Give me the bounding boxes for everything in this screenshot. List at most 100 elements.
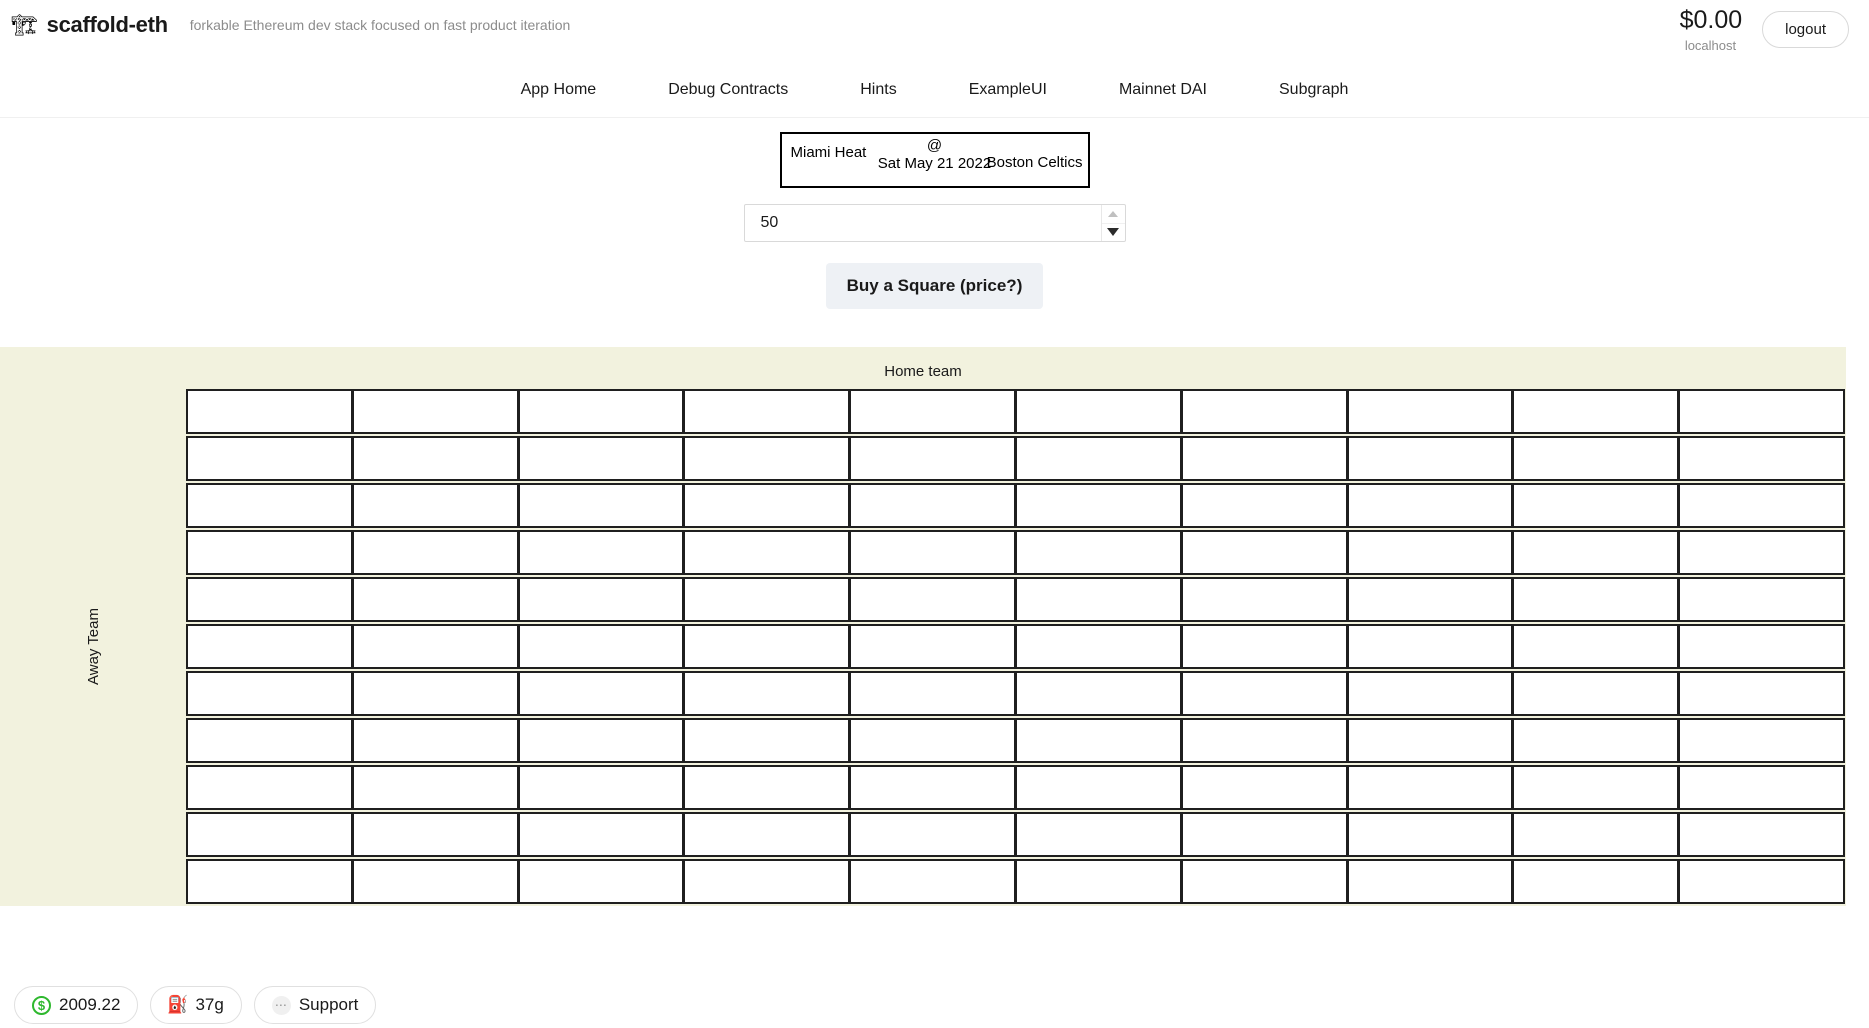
- grid-cell[interactable]: [1014, 483, 1182, 528]
- grid-cell[interactable]: [1014, 859, 1182, 904]
- grid-cell[interactable]: [1346, 765, 1514, 810]
- gas-price-pill[interactable]: ⛽ 37g: [150, 986, 242, 1024]
- grid-cell[interactable]: [1014, 718, 1182, 763]
- grid-cell[interactable]: [186, 718, 353, 763]
- grid-cell[interactable]: [1346, 812, 1514, 857]
- grid-cell[interactable]: [1014, 624, 1182, 669]
- grid-cell[interactable]: [1180, 624, 1348, 669]
- grid-cell[interactable]: [1346, 483, 1514, 528]
- grid-cell[interactable]: [1180, 389, 1348, 434]
- grid-cell[interactable]: [1180, 436, 1348, 481]
- grid-cell[interactable]: [1014, 530, 1182, 575]
- grid-cell[interactable]: [849, 436, 1016, 481]
- grid-cell[interactable]: [351, 859, 519, 904]
- grid-cell[interactable]: [517, 765, 685, 810]
- grid-cell[interactable]: [849, 624, 1016, 669]
- grid-cell[interactable]: [1678, 624, 1845, 669]
- grid-cell[interactable]: [683, 812, 851, 857]
- grid-cell[interactable]: [1678, 389, 1845, 434]
- grid-cell[interactable]: [186, 859, 353, 904]
- grid-cell[interactable]: [1180, 483, 1348, 528]
- grid-cell[interactable]: [517, 859, 685, 904]
- grid-cell[interactable]: [351, 624, 519, 669]
- grid-cell[interactable]: [186, 671, 353, 716]
- grid-cell[interactable]: [1512, 530, 1680, 575]
- grid-cell[interactable]: [517, 812, 685, 857]
- grid-cell[interactable]: [517, 577, 685, 622]
- grid-cell[interactable]: [351, 389, 519, 434]
- grid-cell[interactable]: [1014, 389, 1182, 434]
- grid-cell[interactable]: [517, 436, 685, 481]
- grid-cell[interactable]: [517, 483, 685, 528]
- grid-cell[interactable]: [1180, 765, 1348, 810]
- grid-cell[interactable]: [1346, 577, 1514, 622]
- grid-cell[interactable]: [1180, 718, 1348, 763]
- stepper-decrement-button[interactable]: [1102, 224, 1125, 242]
- grid-cell[interactable]: [1512, 812, 1680, 857]
- grid-cell[interactable]: [351, 577, 519, 622]
- grid-cell[interactable]: [683, 483, 851, 528]
- grid-cell[interactable]: [1678, 436, 1845, 481]
- grid-cell[interactable]: [683, 530, 851, 575]
- grid-cell[interactable]: [517, 718, 685, 763]
- grid-cell[interactable]: [186, 389, 353, 434]
- grid-cell[interactable]: [683, 718, 851, 763]
- grid-cell[interactable]: [1346, 718, 1514, 763]
- grid-cell[interactable]: [1180, 859, 1348, 904]
- grid-cell[interactable]: [1512, 577, 1680, 622]
- square-quantity-stepper[interactable]: 50: [743, 204, 1126, 242]
- grid-cell[interactable]: [351, 765, 519, 810]
- grid-cell[interactable]: [351, 530, 519, 575]
- grid-cell[interactable]: [186, 812, 353, 857]
- grid-cell[interactable]: [1512, 765, 1680, 810]
- grid-cell[interactable]: [849, 530, 1016, 575]
- grid-cell[interactable]: [1512, 718, 1680, 763]
- grid-cell[interactable]: [683, 577, 851, 622]
- grid-cell[interactable]: [1346, 671, 1514, 716]
- grid-cell[interactable]: [849, 483, 1016, 528]
- grid-cell[interactable]: [1014, 812, 1182, 857]
- logout-button[interactable]: logout: [1762, 11, 1849, 48]
- grid-cell[interactable]: [517, 389, 685, 434]
- grid-cell[interactable]: [186, 530, 353, 575]
- grid-cell[interactable]: [1678, 718, 1845, 763]
- grid-cell[interactable]: [1346, 624, 1514, 669]
- grid-cell[interactable]: [849, 859, 1016, 904]
- nav-item-debug-contracts[interactable]: Debug Contracts: [632, 81, 824, 99]
- grid-cell[interactable]: [186, 624, 353, 669]
- square-quantity-input[interactable]: 50: [745, 214, 779, 232]
- nav-item-subgraph[interactable]: Subgraph: [1243, 81, 1384, 99]
- grid-cell[interactable]: [683, 389, 851, 434]
- grid-cell[interactable]: [1014, 436, 1182, 481]
- grid-cell[interactable]: [351, 671, 519, 716]
- nav-item-mainnet-dai[interactable]: Mainnet DAI: [1083, 81, 1243, 99]
- grid-cell[interactable]: [683, 859, 851, 904]
- grid-cell[interactable]: [683, 671, 851, 716]
- grid-cell[interactable]: [683, 765, 851, 810]
- grid-cell[interactable]: [1678, 483, 1845, 528]
- grid-cell[interactable]: [186, 483, 353, 528]
- grid-cell[interactable]: [849, 389, 1016, 434]
- grid-cell[interactable]: [1180, 812, 1348, 857]
- grid-cell[interactable]: [1512, 859, 1680, 904]
- grid-cell[interactable]: [849, 812, 1016, 857]
- nav-item-exampleui[interactable]: ExampleUI: [933, 81, 1083, 99]
- grid-cell[interactable]: [1678, 859, 1845, 904]
- grid-cell[interactable]: [1678, 812, 1845, 857]
- grid-cell[interactable]: [1014, 671, 1182, 716]
- grid-cell[interactable]: [186, 436, 353, 481]
- grid-cell[interactable]: [1678, 671, 1845, 716]
- grid-cell[interactable]: [1678, 577, 1845, 622]
- grid-cell[interactable]: [849, 577, 1016, 622]
- grid-cell[interactable]: [1180, 530, 1348, 575]
- eth-price-pill[interactable]: $ 2009.22: [14, 986, 139, 1024]
- grid-cell[interactable]: [683, 624, 851, 669]
- stepper-increment-button[interactable]: [1101, 205, 1125, 224]
- grid-cell[interactable]: [186, 577, 353, 622]
- grid-cell[interactable]: [1346, 530, 1514, 575]
- grid-cell[interactable]: [351, 718, 519, 763]
- grid-cell[interactable]: [517, 530, 685, 575]
- grid-cell[interactable]: [351, 483, 519, 528]
- grid-cell[interactable]: [517, 671, 685, 716]
- grid-cell[interactable]: [1346, 859, 1514, 904]
